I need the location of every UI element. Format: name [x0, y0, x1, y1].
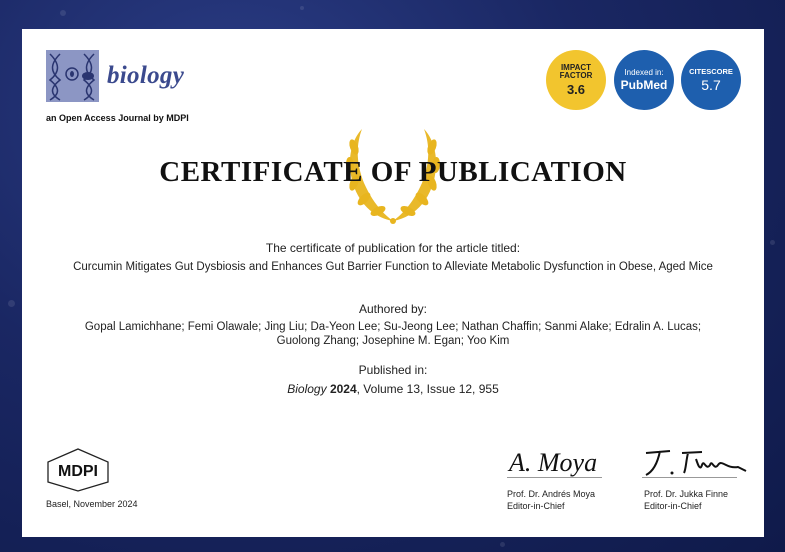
editor-moya: Prof. Dr. Andrés Moya Editor-in-Chief: [507, 488, 595, 512]
mdpi-logo: MDPI: [47, 448, 109, 492]
svg-text:MDPI: MDPI: [58, 463, 98, 480]
svg-text:A. Moya: A. Moya: [507, 448, 597, 477]
publication-year: 2024: [329, 382, 357, 396]
certificate-intro: The certificate of publication for the a…: [265, 241, 521, 255]
publication-volume-issue: , Volume 13, Issue 12, 955: [356, 382, 499, 396]
signature-finne: [645, 450, 747, 476]
publication-details: Biology 2024, Volume 13, Issue 12, 955: [62, 382, 724, 396]
published-heading: Published in:: [358, 363, 428, 377]
editor-role: Editor-in-Chief: [644, 501, 702, 511]
authored-heading: Authored by:: [358, 302, 428, 316]
journal-name: biology: [107, 62, 185, 89]
editor-role: Editor-in-Chief: [507, 501, 565, 511]
signature-line: [642, 477, 737, 478]
signature-line: [507, 477, 602, 478]
publication-journal: Biology: [287, 382, 327, 396]
place-date: Basel, November 2024: [46, 499, 138, 509]
journal-logo: [46, 50, 99, 102]
editor-name: Prof. Dr. Andrés Moya: [507, 489, 596, 499]
editor-name: Prof. Dr. Jukka Finne: [644, 489, 729, 499]
article-title: Curcumin Mitigates Gut Dysbiosis and Enh…: [73, 261, 713, 273]
editor-finne: Prof. Dr. Jukka Finne Editor-in-Chief: [644, 488, 728, 512]
journal-tagline: an Open Access Journal by MDPI: [46, 113, 189, 123]
certificate-title: CERTIFICATE OF PUBLICATION: [159, 156, 627, 188]
certificate-card: biology an Open Access Journal by MDPI I…: [22, 29, 764, 537]
signature-moya: A. Moya: [507, 448, 597, 477]
author-list: Gopal Lamichhane; Femi Olawale; Jing Liu…: [84, 321, 702, 347]
pubmed-badge: Indexed in: PubMed: [614, 50, 674, 110]
impact-factor-badge: IMPACT FACTOR 3.6: [546, 50, 606, 110]
citescore-badge: CITESCORE 5.7: [681, 50, 741, 110]
